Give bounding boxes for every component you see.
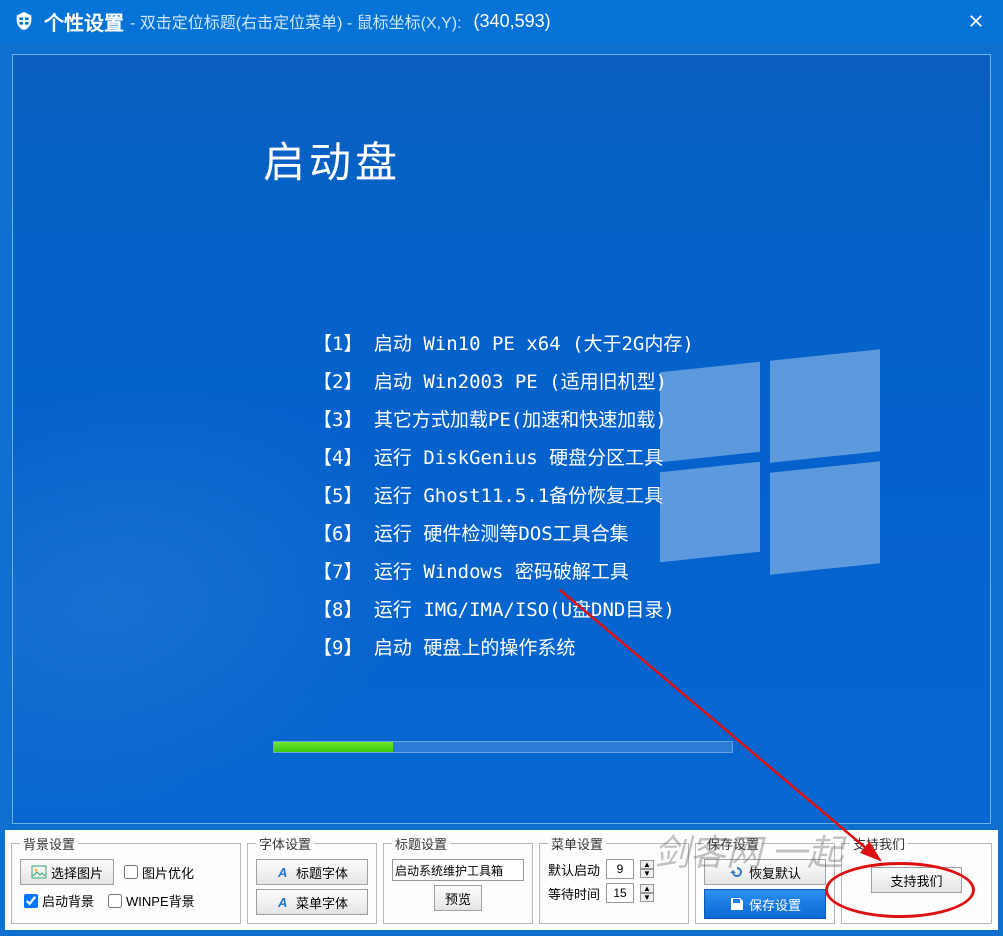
group-legend: 标题设置	[392, 834, 450, 853]
support-button[interactable]: 支持我们	[871, 867, 961, 893]
spinner-buttons[interactable]: ▲▼	[640, 860, 654, 878]
font-icon: A	[276, 894, 292, 910]
button-label: 保存设置	[749, 895, 801, 914]
boot-menu-item[interactable]: 【4】 运行 DiskGenius 硬盘分区工具	[313, 439, 694, 477]
button-label: 恢复默认	[749, 863, 801, 882]
button-label: 选择图片	[51, 863, 103, 882]
button-label: 标题字体	[296, 863, 348, 882]
title-input[interactable]	[392, 859, 524, 881]
boot-menu-item[interactable]: 【3】 其它方式加载PE(加速和快速加载)	[313, 401, 694, 439]
boot-title: 启动盘	[263, 129, 401, 190]
preview-button[interactable]: 预览	[434, 885, 482, 911]
title-font-button[interactable]: A 标题字体	[256, 859, 368, 885]
boot-menu-item[interactable]: 【1】 启动 Win10 PE x64 (大于2G内存)	[313, 325, 694, 363]
boot-menu-item[interactable]: 【9】 启动 硬盘上的操作系统	[313, 629, 694, 667]
boot-menu: 【1】 启动 Win10 PE x64 (大于2G内存) 【2】 启动 Win2…	[313, 325, 694, 667]
menu-settings-group: 菜单设置 默认启动 ▲▼ 等待时间 ▲▼	[539, 834, 689, 924]
button-label: 预览	[445, 889, 471, 908]
support-group: 支持我们 支持我们	[841, 834, 992, 924]
close-button[interactable]	[961, 6, 991, 36]
font-icon: A	[276, 864, 292, 880]
field-label: 默认启动	[548, 860, 600, 879]
save-settings-button[interactable]: 保存设置	[704, 889, 826, 919]
group-legend: 字体设置	[256, 834, 314, 853]
font-settings-group: 字体设置 A 标题字体 A 菜单字体	[247, 834, 377, 924]
image-icon	[31, 864, 47, 880]
titlebar: 个性设置 - 双击定位标题(右击定位菜单) - 鼠标坐标(X,Y): (340,…	[0, 0, 1003, 42]
group-legend: 保存设置	[704, 834, 762, 853]
button-label: 菜单字体	[296, 893, 348, 912]
mouse-coords: (340,593)	[474, 11, 551, 32]
choose-image-button[interactable]: 选择图片	[20, 859, 114, 885]
title-settings-group: 标题设置 预览	[383, 834, 533, 924]
boot-menu-item[interactable]: 【6】 运行 硬件检测等DOS工具合集	[313, 515, 694, 553]
winpe-bg-checkbox[interactable]: WINPE背景	[108, 891, 195, 910]
menu-font-button[interactable]: A 菜单字体	[256, 889, 368, 915]
background-settings-group: 背景设置 选择图片 图片优化 启动背景 WINPE背景	[11, 834, 241, 924]
boot-bg-checkbox[interactable]: 启动背景	[24, 891, 94, 910]
group-legend: 支持我们	[850, 834, 908, 853]
svg-text:A: A	[277, 865, 287, 880]
boot-preview[interactable]: 启动盘 【1】 启动 Win10 PE x64 (大于2G内存) 【2】 启动 …	[12, 54, 991, 824]
progress-bar	[273, 741, 733, 753]
app-subtitle: - 双击定位标题(右击定位菜单) - 鼠标坐标(X,Y):	[130, 9, 462, 33]
boot-menu-item[interactable]: 【5】 运行 Ghost11.5.1备份恢复工具	[313, 477, 694, 515]
button-label: 支持我们	[890, 871, 942, 890]
group-legend: 背景设置	[20, 834, 78, 853]
default-boot-input[interactable]	[606, 859, 634, 879]
save-settings-group: 保存设置 恢复默认 保存设置	[695, 834, 835, 924]
settings-panel: 背景设置 选择图片 图片优化 启动背景 WINPE背景 字体设置 A 标题字体 …	[5, 830, 998, 930]
field-label: 等待时间	[548, 884, 600, 903]
restore-default-button[interactable]: 恢复默认	[704, 859, 826, 885]
spinner-buttons[interactable]: ▲▼	[640, 884, 654, 902]
svg-text:A: A	[277, 895, 287, 910]
boot-menu-item[interactable]: 【2】 启动 Win2003 PE (适用旧机型)	[313, 363, 694, 401]
save-icon	[729, 896, 745, 912]
restore-icon	[729, 864, 745, 880]
boot-menu-item[interactable]: 【7】 运行 Windows 密码破解工具	[313, 553, 694, 591]
app-icon	[12, 9, 36, 33]
image-optimize-checkbox[interactable]: 图片优化	[124, 863, 194, 882]
boot-menu-item[interactable]: 【8】 运行 IMG/IMA/ISO(U盘DND目录)	[313, 591, 694, 629]
group-legend: 菜单设置	[548, 834, 606, 853]
wait-time-input[interactable]	[606, 883, 634, 903]
app-title: 个性设置	[44, 7, 124, 36]
